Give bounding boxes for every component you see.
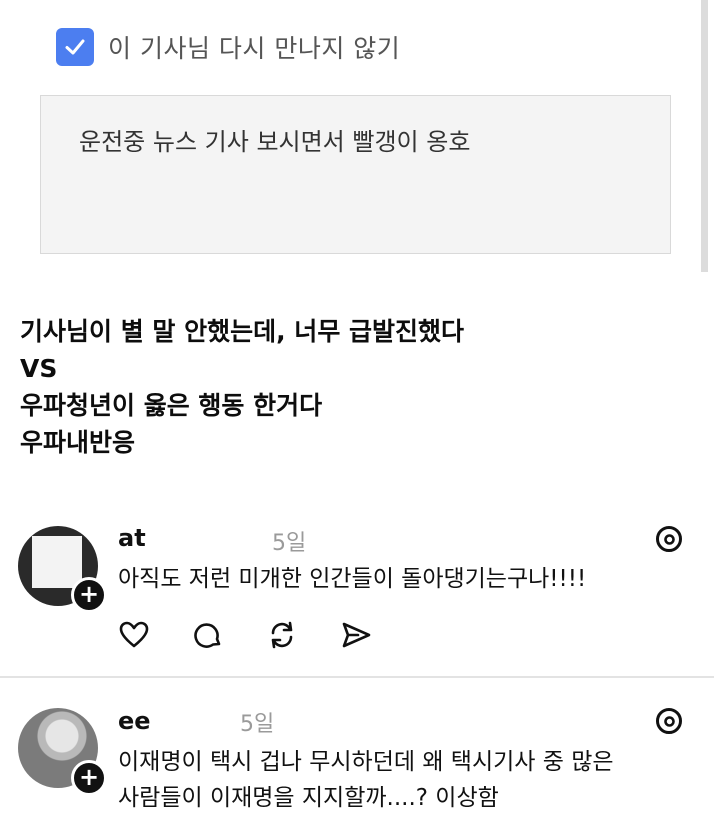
repost-icon[interactable]: [266, 619, 298, 651]
timestamp: 5일: [240, 712, 275, 737]
username[interactable]: at: [118, 524, 146, 552]
caption-line: 기사님이 별 말 안했는데, 너무 급발진했다: [20, 317, 465, 346]
threads-icon[interactable]: [654, 706, 684, 736]
check-icon: [65, 39, 85, 55]
scrollbar[interactable]: [701, 0, 708, 272]
username[interactable]: ee: [118, 707, 151, 735]
caption: 기사님이 별 말 안했는데, 너무 급발진했다 VS 우파청년이 옳은 행동 한…: [20, 313, 464, 461]
comment-icon[interactable]: [192, 619, 224, 651]
threads-icon[interactable]: [654, 524, 684, 554]
post-line: 사람들이 이재명을 지지할까....? 이상함: [118, 785, 499, 811]
share-icon[interactable]: [340, 619, 372, 651]
plus-icon[interactable]: +: [71, 577, 107, 613]
timestamp: 5일: [272, 531, 307, 556]
caption-line: 우파청년이 옳은 행동 한거다: [20, 391, 323, 420]
plus-icon[interactable]: +: [71, 760, 107, 796]
dont-match-again-option[interactable]: 이 기사님 다시 만나지 않기: [56, 28, 400, 66]
post-line: 이재명이 택시 겁나 무시하던데 왜 택시기사 중 많은: [118, 749, 614, 775]
avatar-mask: [32, 536, 82, 588]
caption-line: VS: [20, 354, 58, 383]
caption-line: 우파내반응: [20, 428, 136, 457]
post-line: 아직도 저런 미개한 인간들이 돌아댕기는구나!!!!: [118, 566, 587, 592]
post-actions: [118, 619, 372, 651]
post-text: 아직도 저런 미개한 인간들이 돌아댕기는구나!!!!: [118, 561, 586, 597]
checkbox[interactable]: [56, 28, 94, 66]
checkbox-label: 이 기사님 다시 만나지 않기: [108, 34, 401, 63]
reason-textarea[interactable]: 운전중 뉴스 기사 보시면서 빨갱이 옹호: [40, 95, 671, 254]
reason-text: 운전중 뉴스 기사 보시면서 빨갱이 옹호: [79, 128, 471, 156]
post-text: 이재명이 택시 겁나 무시하던데 왜 택시기사 중 많은 사람들이 이재명을 지…: [118, 744, 614, 816]
divider: [0, 676, 714, 678]
heart-icon[interactable]: [118, 619, 150, 651]
